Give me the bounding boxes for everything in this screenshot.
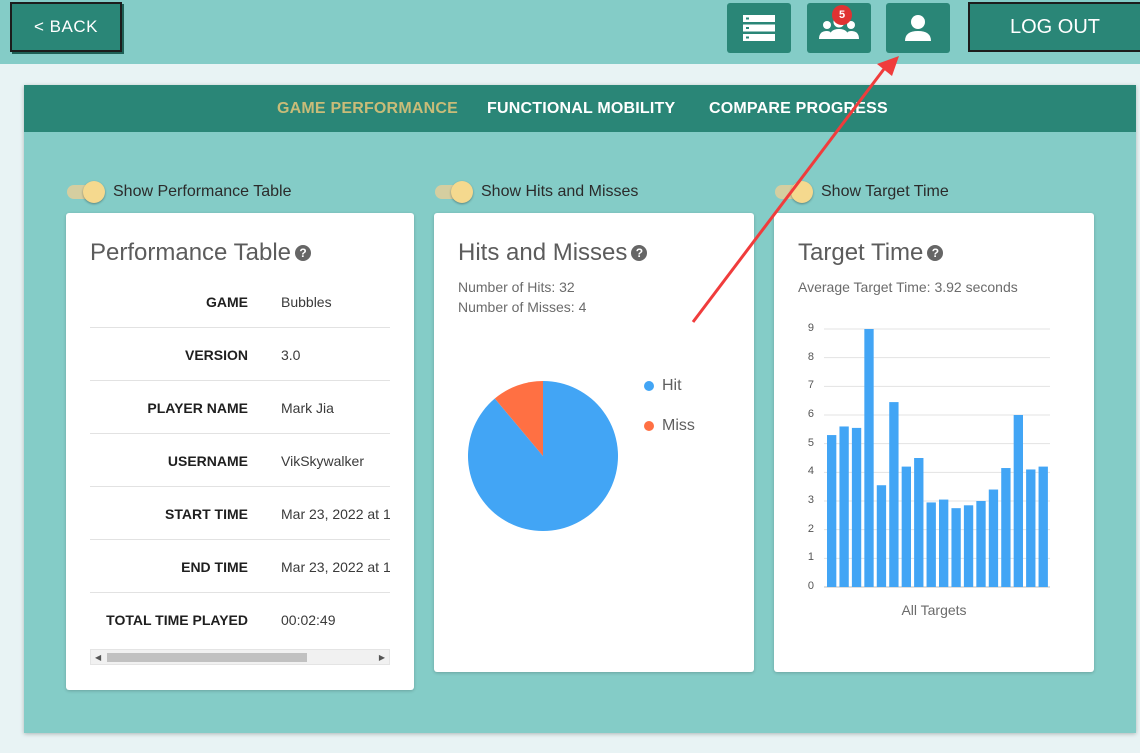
tab-compare-progress[interactable]: COMPARE PROGRESS <box>709 100 888 118</box>
bar <box>1001 468 1011 587</box>
main-panel: GAME PERFORMANCE FUNCTIONAL MOBILITY COM… <box>24 85 1136 733</box>
profile-button[interactable] <box>886 3 950 53</box>
toggle-switch[interactable] <box>775 181 813 203</box>
bar <box>876 485 887 587</box>
list-button[interactable] <box>727 3 791 53</box>
tab-functional-mobility[interactable]: FUNCTIONAL MOBILITY <box>487 100 675 118</box>
toggle-label: Show Hits and Misses <box>481 183 639 200</box>
bar <box>951 508 961 587</box>
toggle-hits-misses[interactable]: Show Hits and Misses <box>435 181 639 203</box>
help-icon[interactable]: ? <box>295 245 311 261</box>
row-key: END TIME <box>181 559 248 575</box>
toggle-performance-table[interactable]: Show Performance Table <box>67 181 292 203</box>
scroll-thumb[interactable] <box>107 653 307 662</box>
toggle-label: Show Target Time <box>821 183 949 200</box>
bar <box>839 426 849 587</box>
person-icon <box>905 15 931 41</box>
row-key: START TIME <box>165 506 248 522</box>
x-axis-label: All Targets <box>901 602 967 618</box>
tab-game-performance[interactable]: GAME PERFORMANCE <box>277 100 458 118</box>
legend-item-hit: Hit <box>644 377 682 395</box>
table-row: PLAYER NAME Mark Jia <box>90 381 390 434</box>
table-row: USERNAME VikSkywalker <box>90 434 390 487</box>
toggle-switch[interactable] <box>435 181 473 203</box>
list-icon <box>743 15 775 41</box>
scroll-right-icon[interactable]: ▶ <box>379 653 385 662</box>
target-time-card: Target Time ? Average Target Time: 3.92 … <box>774 213 1094 672</box>
logout-button[interactable]: LOG OUT <box>968 2 1140 52</box>
row-value: Mar 23, 2022 at 1 <box>281 506 390 522</box>
row-key: TOTAL TIME PLAYED <box>106 612 248 628</box>
legend-item-miss: Miss <box>644 417 695 435</box>
pie-chart <box>468 381 618 531</box>
performance-table-title: Performance Table <box>90 239 291 266</box>
bar <box>827 435 837 587</box>
bar <box>939 499 949 587</box>
row-value: Mark Jia <box>281 400 334 416</box>
back-button[interactable]: < BACK <box>10 2 122 52</box>
scroll-left-icon[interactable]: ◀ <box>95 653 101 662</box>
legend-label: Miss <box>662 417 695 434</box>
bar <box>976 501 986 587</box>
row-key: PLAYER NAME <box>147 400 248 416</box>
toggle-knob <box>83 181 105 203</box>
users-button[interactable]: 5 <box>807 3 871 53</box>
bar <box>889 402 899 587</box>
row-value: Bubbles <box>281 294 332 310</box>
top-bar: < BACK 5 LOG OUT <box>0 0 1140 64</box>
table-row: START TIME Mar 23, 2022 at 1 <box>90 487 390 540</box>
bar <box>1013 415 1023 587</box>
row-key: VERSION <box>184 347 248 363</box>
notification-badge: 5 <box>832 5 852 25</box>
bar <box>1026 469 1036 587</box>
bar <box>1038 466 1048 587</box>
legend-dot <box>644 381 654 391</box>
row-value: 3.0 <box>281 347 301 363</box>
toggle-target-time[interactable]: Show Target Time <box>775 181 949 203</box>
bar <box>926 502 936 587</box>
toggle-switch[interactable] <box>67 181 105 203</box>
table-row: GAME Bubbles <box>90 275 390 328</box>
bar <box>901 466 911 587</box>
table-row: END TIME Mar 23, 2022 at 1 <box>90 540 390 593</box>
tab-bar: GAME PERFORMANCE FUNCTIONAL MOBILITY COM… <box>24 85 1136 132</box>
toggle-label: Show Performance Table <box>113 183 292 200</box>
legend-dot <box>644 421 654 431</box>
bar <box>988 489 999 587</box>
row-value: Mar 23, 2022 at 1 <box>281 559 390 575</box>
hits-misses-card: Hits and Misses ? Number of Hits: 32 Num… <box>434 213 754 672</box>
legend-label: Hit <box>662 377 682 394</box>
toggle-knob <box>791 181 813 203</box>
performance-table-card: Performance Table ? GAME Bubbles VERSION 3.… <box>66 213 414 690</box>
bar <box>851 427 862 587</box>
table-row: VERSION 3.0 <box>90 328 390 381</box>
card-title: Performance Table ? <box>90 239 311 267</box>
bar <box>914 458 924 587</box>
table-row: TOTAL TIME PLAYED 00:02:49 <box>90 593 390 647</box>
row-key: USERNAME <box>167 453 248 469</box>
row-key: GAME <box>206 294 248 310</box>
row-value: 00:02:49 <box>281 612 336 628</box>
bar <box>864 329 874 587</box>
row-value: VikSkywalker <box>281 453 364 469</box>
toggle-knob <box>451 181 473 203</box>
performance-table: GAME Bubbles VERSION 3.0 PLAYER NAME Mark Jia… <box>90 275 390 660</box>
horizontal-scrollbar[interactable]: ◀ ▶ <box>90 649 390 665</box>
bar <box>963 505 974 587</box>
